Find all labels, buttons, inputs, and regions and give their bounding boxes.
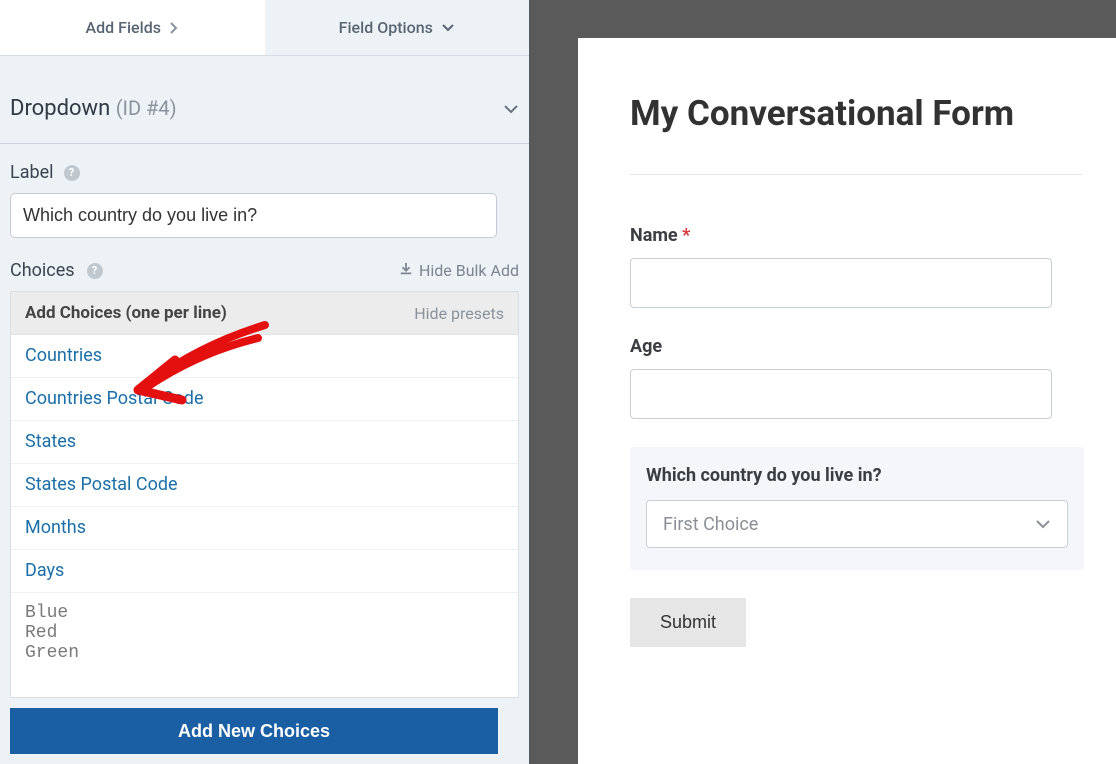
preset-states[interactable]: States — [11, 421, 518, 464]
section-title: Dropdown (ID #4) — [10, 96, 177, 121]
choices-header: Choices ? Hide Bulk Add — [0, 248, 529, 291]
help-icon[interactable]: ? — [87, 263, 103, 279]
tab-label: Field Options — [339, 18, 433, 37]
country-dropdown[interactable]: First Choice — [646, 500, 1068, 548]
form-title: My Conversational Form — [630, 93, 1116, 134]
hide-bulk-add-link[interactable]: Hide Bulk Add — [399, 261, 519, 280]
choices-textarea[interactable] — [11, 593, 518, 693]
field-type: Dropdown — [10, 96, 110, 121]
name-input[interactable] — [630, 258, 1052, 308]
dropdown-selected: First Choice — [663, 514, 758, 535]
field-id: (ID #4) — [116, 96, 177, 120]
tab-add-fields[interactable]: Add Fields — [0, 0, 265, 55]
help-icon[interactable]: ? — [64, 165, 80, 181]
field-age: Age — [630, 336, 1116, 419]
field-country-active[interactable]: Which country do you live in? First Choi… — [630, 447, 1084, 570]
required-indicator: * — [682, 225, 690, 246]
preset-countries-postal[interactable]: Countries Postal Code — [11, 378, 518, 421]
field-label: Name * — [630, 225, 1116, 246]
add-new-choices-button[interactable]: Add New Choices — [10, 708, 498, 754]
field-label: Age — [630, 336, 1116, 357]
divider — [630, 174, 1082, 175]
chevron-down-icon[interactable] — [503, 100, 519, 119]
hide-presets-link[interactable]: Hide presets — [414, 304, 504, 323]
panel-tabs: Add Fields Field Options — [0, 0, 529, 56]
form-preview: My Conversational Form Name * Age Which … — [578, 38, 1116, 764]
section-header[interactable]: Dropdown (ID #4) — [0, 56, 529, 144]
preset-days[interactable]: Days — [11, 550, 518, 593]
choices-box-title: Add Choices (one per line) — [25, 303, 227, 323]
panel-body: Dropdown (ID #4) Label ? Choices ? — [0, 56, 529, 754]
field-label: Which country do you live in? — [646, 465, 1068, 486]
choices-box-header: Add Choices (one per line) Hide presets — [11, 292, 518, 335]
hide-bulk-label: Hide Bulk Add — [419, 261, 519, 280]
download-icon — [399, 261, 413, 280]
field-name: Name * — [630, 225, 1116, 308]
form-inner: My Conversational Form Name * Age Which … — [578, 38, 1116, 647]
choices-label: Choices — [10, 260, 75, 281]
preset-months[interactable]: Months — [11, 507, 518, 550]
tab-field-options[interactable]: Field Options — [265, 0, 530, 55]
field-options-panel: Add Fields Field Options Dropdown (ID #4… — [0, 0, 529, 764]
label-input[interactable] — [10, 193, 497, 238]
choices-label-group: Choices ? — [10, 260, 103, 281]
chevron-right-icon — [169, 21, 179, 35]
choices-box: Add Choices (one per line) Hide presets … — [10, 291, 519, 698]
label-row: Label ? — [10, 162, 519, 183]
age-input[interactable] — [630, 369, 1052, 419]
label-field-group: Label ? — [0, 144, 529, 248]
chevron-down-icon — [1035, 514, 1051, 535]
preset-countries[interactable]: Countries — [11, 335, 518, 378]
label-text: Name — [630, 225, 678, 246]
tab-label: Add Fields — [86, 18, 161, 37]
submit-button[interactable]: Submit — [630, 598, 746, 647]
chevron-down-icon — [441, 23, 455, 33]
preset-states-postal[interactable]: States Postal Code — [11, 464, 518, 507]
label-text: Label — [10, 162, 54, 183]
